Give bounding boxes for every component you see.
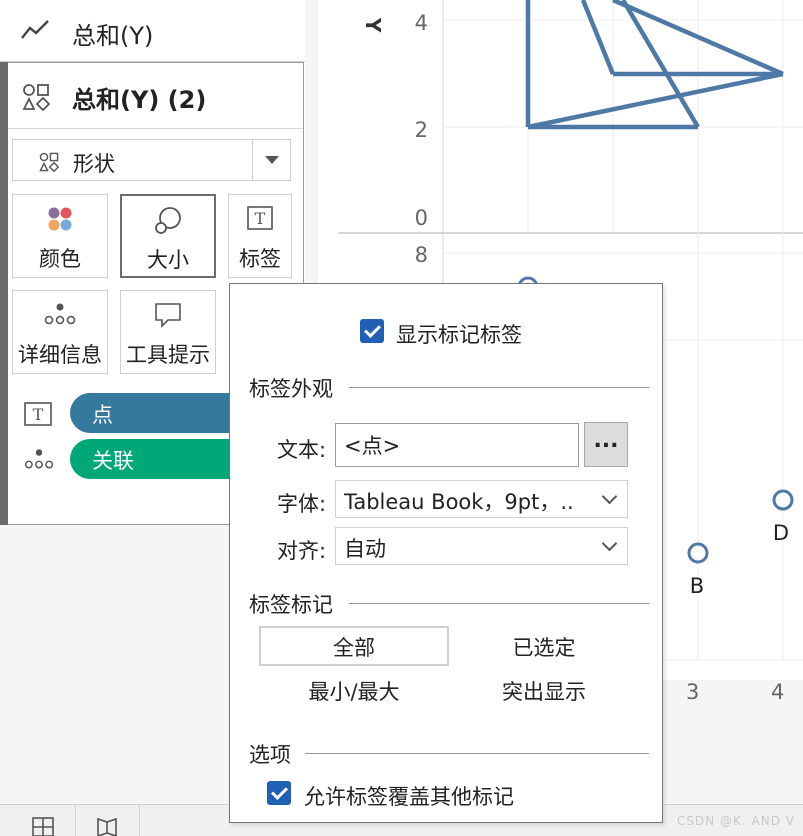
color-label: 颜色	[39, 247, 81, 271]
watermark: CSDN @K. AND V	[677, 814, 795, 828]
font-value: Tableau Book，9pt，..	[344, 490, 574, 514]
y-tick-0: 0	[415, 206, 428, 230]
marks-row-label: 总和(Y)	[72, 22, 154, 50]
line-segment	[580, 0, 616, 75]
svg-text:T: T	[255, 209, 266, 228]
label-text-input[interactable]: <点>	[335, 423, 579, 467]
show-labels-text: 显示标记标签	[396, 323, 522, 347]
allow-overlap-text: 允许标签覆盖其他标记	[304, 785, 514, 809]
label-label: 标签	[239, 247, 281, 271]
section-divider	[305, 753, 649, 754]
marks-section-title: 标签标记	[249, 593, 333, 617]
align-value: 自动	[344, 537, 386, 561]
x-tick-4-label: 4	[771, 680, 785, 704]
align-dropdown[interactable]: 自动	[335, 527, 628, 565]
mark-type-value: 形状	[73, 152, 115, 176]
label-marks-selected[interactable]: 已选定	[449, 628, 639, 668]
data-point-d[interactable]	[772, 489, 794, 511]
y-tick-2: 2	[415, 118, 428, 142]
section-divider	[349, 603, 649, 604]
line-chart-icon	[20, 16, 52, 46]
tooltip-icon	[121, 301, 215, 329]
top-pane-gridlines	[443, 0, 803, 233]
appearance-section: 标签外观	[249, 373, 649, 401]
chevron-down-icon	[601, 535, 618, 552]
chevron-down-icon	[601, 488, 618, 505]
new-story-tab[interactable]	[76, 805, 140, 836]
new-dashboard-tab[interactable]	[12, 805, 76, 836]
svg-text:T: T	[33, 405, 44, 424]
label-text-value: <点>	[344, 434, 401, 458]
marks-section: 标签标记	[249, 589, 649, 617]
label-marks-all[interactable]: 全部	[259, 626, 449, 666]
align-field-label: 对齐:	[277, 539, 327, 563]
options-section: 选项	[249, 739, 649, 767]
marks-card-title: 总和(Y) (2)	[72, 86, 207, 114]
color-icon	[13, 205, 107, 233]
section-divider	[349, 387, 649, 388]
font-dropdown[interactable]: Tableau Book，9pt，..	[335, 480, 628, 518]
card-gutter	[0, 62, 8, 525]
shapes-icon	[39, 152, 60, 176]
detail-button[interactable]: 详细信息	[12, 290, 108, 374]
text-field-label: 文本:	[277, 438, 327, 462]
size-icon	[122, 206, 214, 236]
y-tick-8: 8	[415, 243, 428, 267]
grid-icon	[32, 817, 54, 836]
data-point-b[interactable]	[687, 542, 709, 564]
color-button[interactable]: 颜色	[12, 194, 108, 278]
shapes-icon	[22, 83, 51, 115]
edit-text-button[interactable]: ...	[584, 422, 628, 467]
label-button[interactable]: T 标签	[228, 194, 292, 278]
y-axis-title: Y	[361, 17, 385, 33]
text-label-icon: T	[229, 205, 291, 231]
tooltip-button[interactable]: 工具提示	[120, 290, 216, 374]
detail-icon	[23, 447, 55, 475]
show-labels-checkbox[interactable]	[360, 319, 384, 343]
x-tick-3-label: 3	[686, 680, 700, 704]
size-label: 大小	[147, 248, 189, 272]
label-settings-popup: 显示标记标签 标签外观 文本: <点> ... 字体: Tableau Book…	[229, 283, 663, 823]
appearance-section-title: 标签外观	[249, 377, 333, 401]
line-segment	[527, 71, 784, 130]
y-tick-4: 4	[415, 11, 428, 35]
text-label-icon: T	[23, 401, 53, 431]
font-field-label: 字体:	[277, 492, 327, 516]
relation-lines	[525, 0, 784, 130]
point-label-d: D	[773, 521, 789, 545]
marks-card-header[interactable]: 总和(Y) (2)	[8, 63, 303, 129]
book-icon	[96, 817, 118, 836]
allow-overlap-checkbox[interactable]	[267, 781, 291, 805]
point-label-b: B	[690, 574, 704, 598]
options-section-title: 选项	[249, 743, 291, 767]
label-marks-highlight[interactable]: 突出显示	[449, 672, 639, 712]
tooltip-label: 工具提示	[126, 343, 210, 367]
mark-type-dropdown[interactable]: 形状	[12, 139, 291, 181]
label-marks-minmax[interactable]: 最小/最大	[259, 672, 449, 712]
size-button[interactable]: 大小	[120, 194, 216, 278]
marks-row-sum-y[interactable]: 总和(Y)	[0, 0, 305, 62]
detail-icon	[13, 301, 107, 327]
chevron-down-icon[interactable]	[252, 140, 290, 180]
detail-label: 详细信息	[18, 343, 102, 367]
